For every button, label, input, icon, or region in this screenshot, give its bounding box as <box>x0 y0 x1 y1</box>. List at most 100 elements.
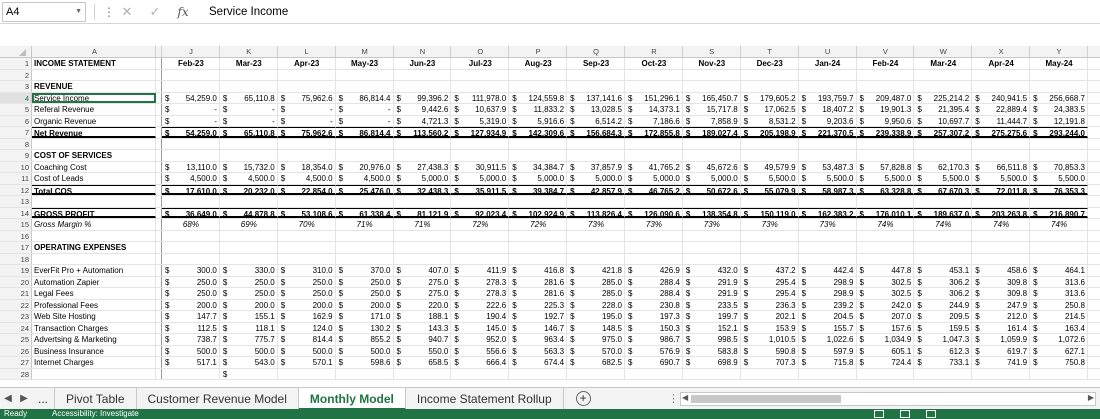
empty-cell[interactable] <box>509 368 568 379</box>
row-label-cell[interactable]: Service Income <box>32 92 156 103</box>
value-cell[interactable]: $5,500.0 <box>741 173 799 184</box>
value-cell[interactable]: $543.0 <box>220 357 278 368</box>
value-cell[interactable]: $4,500.0 <box>278 173 336 184</box>
empty-cell[interactable] <box>162 368 220 379</box>
empty-cell[interactable] <box>567 230 625 241</box>
value-cell[interactable]: $30,911.5 <box>451 161 510 172</box>
page-layout-icon[interactable] <box>900 410 910 418</box>
row-header[interactable]: 9 <box>0 150 32 161</box>
empty-cell[interactable] <box>278 150 336 161</box>
empty-cell[interactable] <box>220 69 278 80</box>
value-cell[interactable]: $570.0 <box>567 345 625 356</box>
value-cell[interactable]: $370.0 <box>336 265 394 276</box>
value-cell[interactable]: $4,500.0 <box>220 173 278 184</box>
value-cell[interactable]: $583.8 <box>683 345 741 356</box>
empty-cell[interactable] <box>741 81 799 92</box>
value-cell[interactable]: $143.3 <box>394 322 452 333</box>
value-cell[interactable]: $707.3 <box>741 357 799 368</box>
value-cell[interactable]: $54,259.0 <box>162 127 220 138</box>
value-cell[interactable]: $733.1 <box>914 357 973 368</box>
empty-cell[interactable] <box>972 69 1031 80</box>
percent-cell[interactable]: 72% <box>451 219 510 230</box>
value-cell[interactable]: $298.9 <box>799 276 857 287</box>
name-box[interactable]: A4 ▼ <box>2 1 86 22</box>
value-cell[interactable]: $42,857.9 <box>567 184 625 195</box>
empty-cell[interactable] <box>278 138 336 149</box>
empty-cell[interactable] <box>683 196 741 207</box>
value-cell[interactable]: $44,878.8 <box>219 207 278 218</box>
empty-cell[interactable] <box>336 81 394 92</box>
empty-cell[interactable] <box>162 69 220 80</box>
column-header[interactable]: Y <box>1030 46 1088 57</box>
value-cell[interactable]: $500.0 <box>278 345 336 356</box>
empty-cell[interactable] <box>799 253 857 264</box>
empty-cell[interactable] <box>972 138 1031 149</box>
empty-cell[interactable] <box>857 242 915 253</box>
value-cell[interactable]: $500.0 <box>220 345 278 356</box>
value-cell[interactable]: $ - <box>220 115 278 126</box>
scrollbar-thumb[interactable] <box>691 395 841 403</box>
month-header-cell[interactable]: Mar-24 <box>914 58 973 69</box>
value-cell[interactable]: $112.5 <box>162 322 220 333</box>
row-label-cell[interactable]: Business Insurance <box>32 345 156 356</box>
empty-cell[interactable] <box>162 253 220 264</box>
column-header[interactable]: Q <box>567 46 625 57</box>
value-cell[interactable]: $86,814.4 <box>335 127 394 138</box>
row-header[interactable]: 5 <box>0 104 32 115</box>
value-cell[interactable]: $250.0 <box>162 276 220 287</box>
value-cell[interactable]: $124,559.8 <box>509 92 568 103</box>
value-cell[interactable]: $9,950.6 <box>857 115 915 126</box>
row-header[interactable]: 28 <box>0 368 32 379</box>
percent-cell[interactable]: 74% <box>914 219 973 230</box>
value-cell[interactable]: $162,383.2 <box>798 207 857 218</box>
month-header-cell[interactable]: Jun-23 <box>394 58 452 69</box>
empty-cell[interactable] <box>394 230 452 241</box>
row-header[interactable]: 25 <box>0 334 32 345</box>
empty-cell[interactable] <box>394 150 452 161</box>
row-header[interactable]: 15 <box>0 219 32 230</box>
value-cell[interactable]: $10,637.9 <box>451 104 510 115</box>
value-cell[interactable]: $242.0 <box>857 299 915 310</box>
empty-cell[interactable] <box>741 230 799 241</box>
value-cell[interactable]: $225,214.2 <box>914 92 973 103</box>
value-cell[interactable]: $155.1 <box>220 311 278 322</box>
month-header-cell[interactable]: May-24 <box>1030 58 1088 69</box>
value-cell[interactable]: $81,121.9 <box>393 207 452 218</box>
empty-cell[interactable] <box>220 253 278 264</box>
empty-cell[interactable] <box>1030 368 1088 379</box>
value-cell[interactable]: $421.8 <box>567 265 625 276</box>
month-header-cell[interactable]: Apr-23 <box>278 58 336 69</box>
value-cell[interactable]: $ <box>220 368 278 379</box>
value-cell[interactable]: $209,487.0 <box>857 92 915 103</box>
value-cell[interactable]: $288.4 <box>625 276 683 287</box>
empty-cell[interactable] <box>741 138 799 149</box>
empty-cell[interactable] <box>799 230 857 241</box>
value-cell[interactable]: $240,941.5 <box>972 92 1031 103</box>
row-header[interactable]: 27 <box>0 357 32 368</box>
row-header[interactable]: 8 <box>0 138 32 149</box>
spreadsheet-grid[interactable]: A J K L M N O P Q R S T U V W X Y 1 INCOME STATEMENT Feb-23… <box>0 46 1100 380</box>
value-cell[interactable]: $298.9 <box>799 288 857 299</box>
value-cell[interactable]: $7,858.9 <box>683 115 741 126</box>
column-header[interactable]: N <box>394 46 452 57</box>
empty-cell[interactable] <box>220 230 278 241</box>
value-cell[interactable]: $32,438.3 <box>393 184 452 195</box>
value-cell[interactable]: $151,296.1 <box>625 92 683 103</box>
row-label-cell[interactable]: Legal Fees <box>32 288 156 299</box>
column-header[interactable]: R <box>625 46 683 57</box>
value-cell[interactable]: $250.0 <box>278 276 336 287</box>
empty-cell[interactable] <box>741 150 799 161</box>
value-cell[interactable]: $464.1 <box>1030 265 1088 276</box>
row-header[interactable]: 22 <box>0 299 32 310</box>
normal-view-icon[interactable] <box>874 410 884 418</box>
empty-cell[interactable] <box>1030 150 1088 161</box>
month-header-cell[interactable]: Aug-23 <box>509 58 568 69</box>
value-cell[interactable]: $295.4 <box>741 276 799 287</box>
value-cell[interactable]: $313.6 <box>1030 288 1088 299</box>
value-cell[interactable]: $275.0 <box>394 276 452 287</box>
value-cell[interactable]: $ - <box>336 104 394 115</box>
tab-monthly-model[interactable]: Monthly Model <box>298 387 406 410</box>
value-cell[interactable]: $41,765.2 <box>625 161 683 172</box>
empty-cell[interactable] <box>567 69 625 80</box>
empty-cell[interactable] <box>972 368 1031 379</box>
